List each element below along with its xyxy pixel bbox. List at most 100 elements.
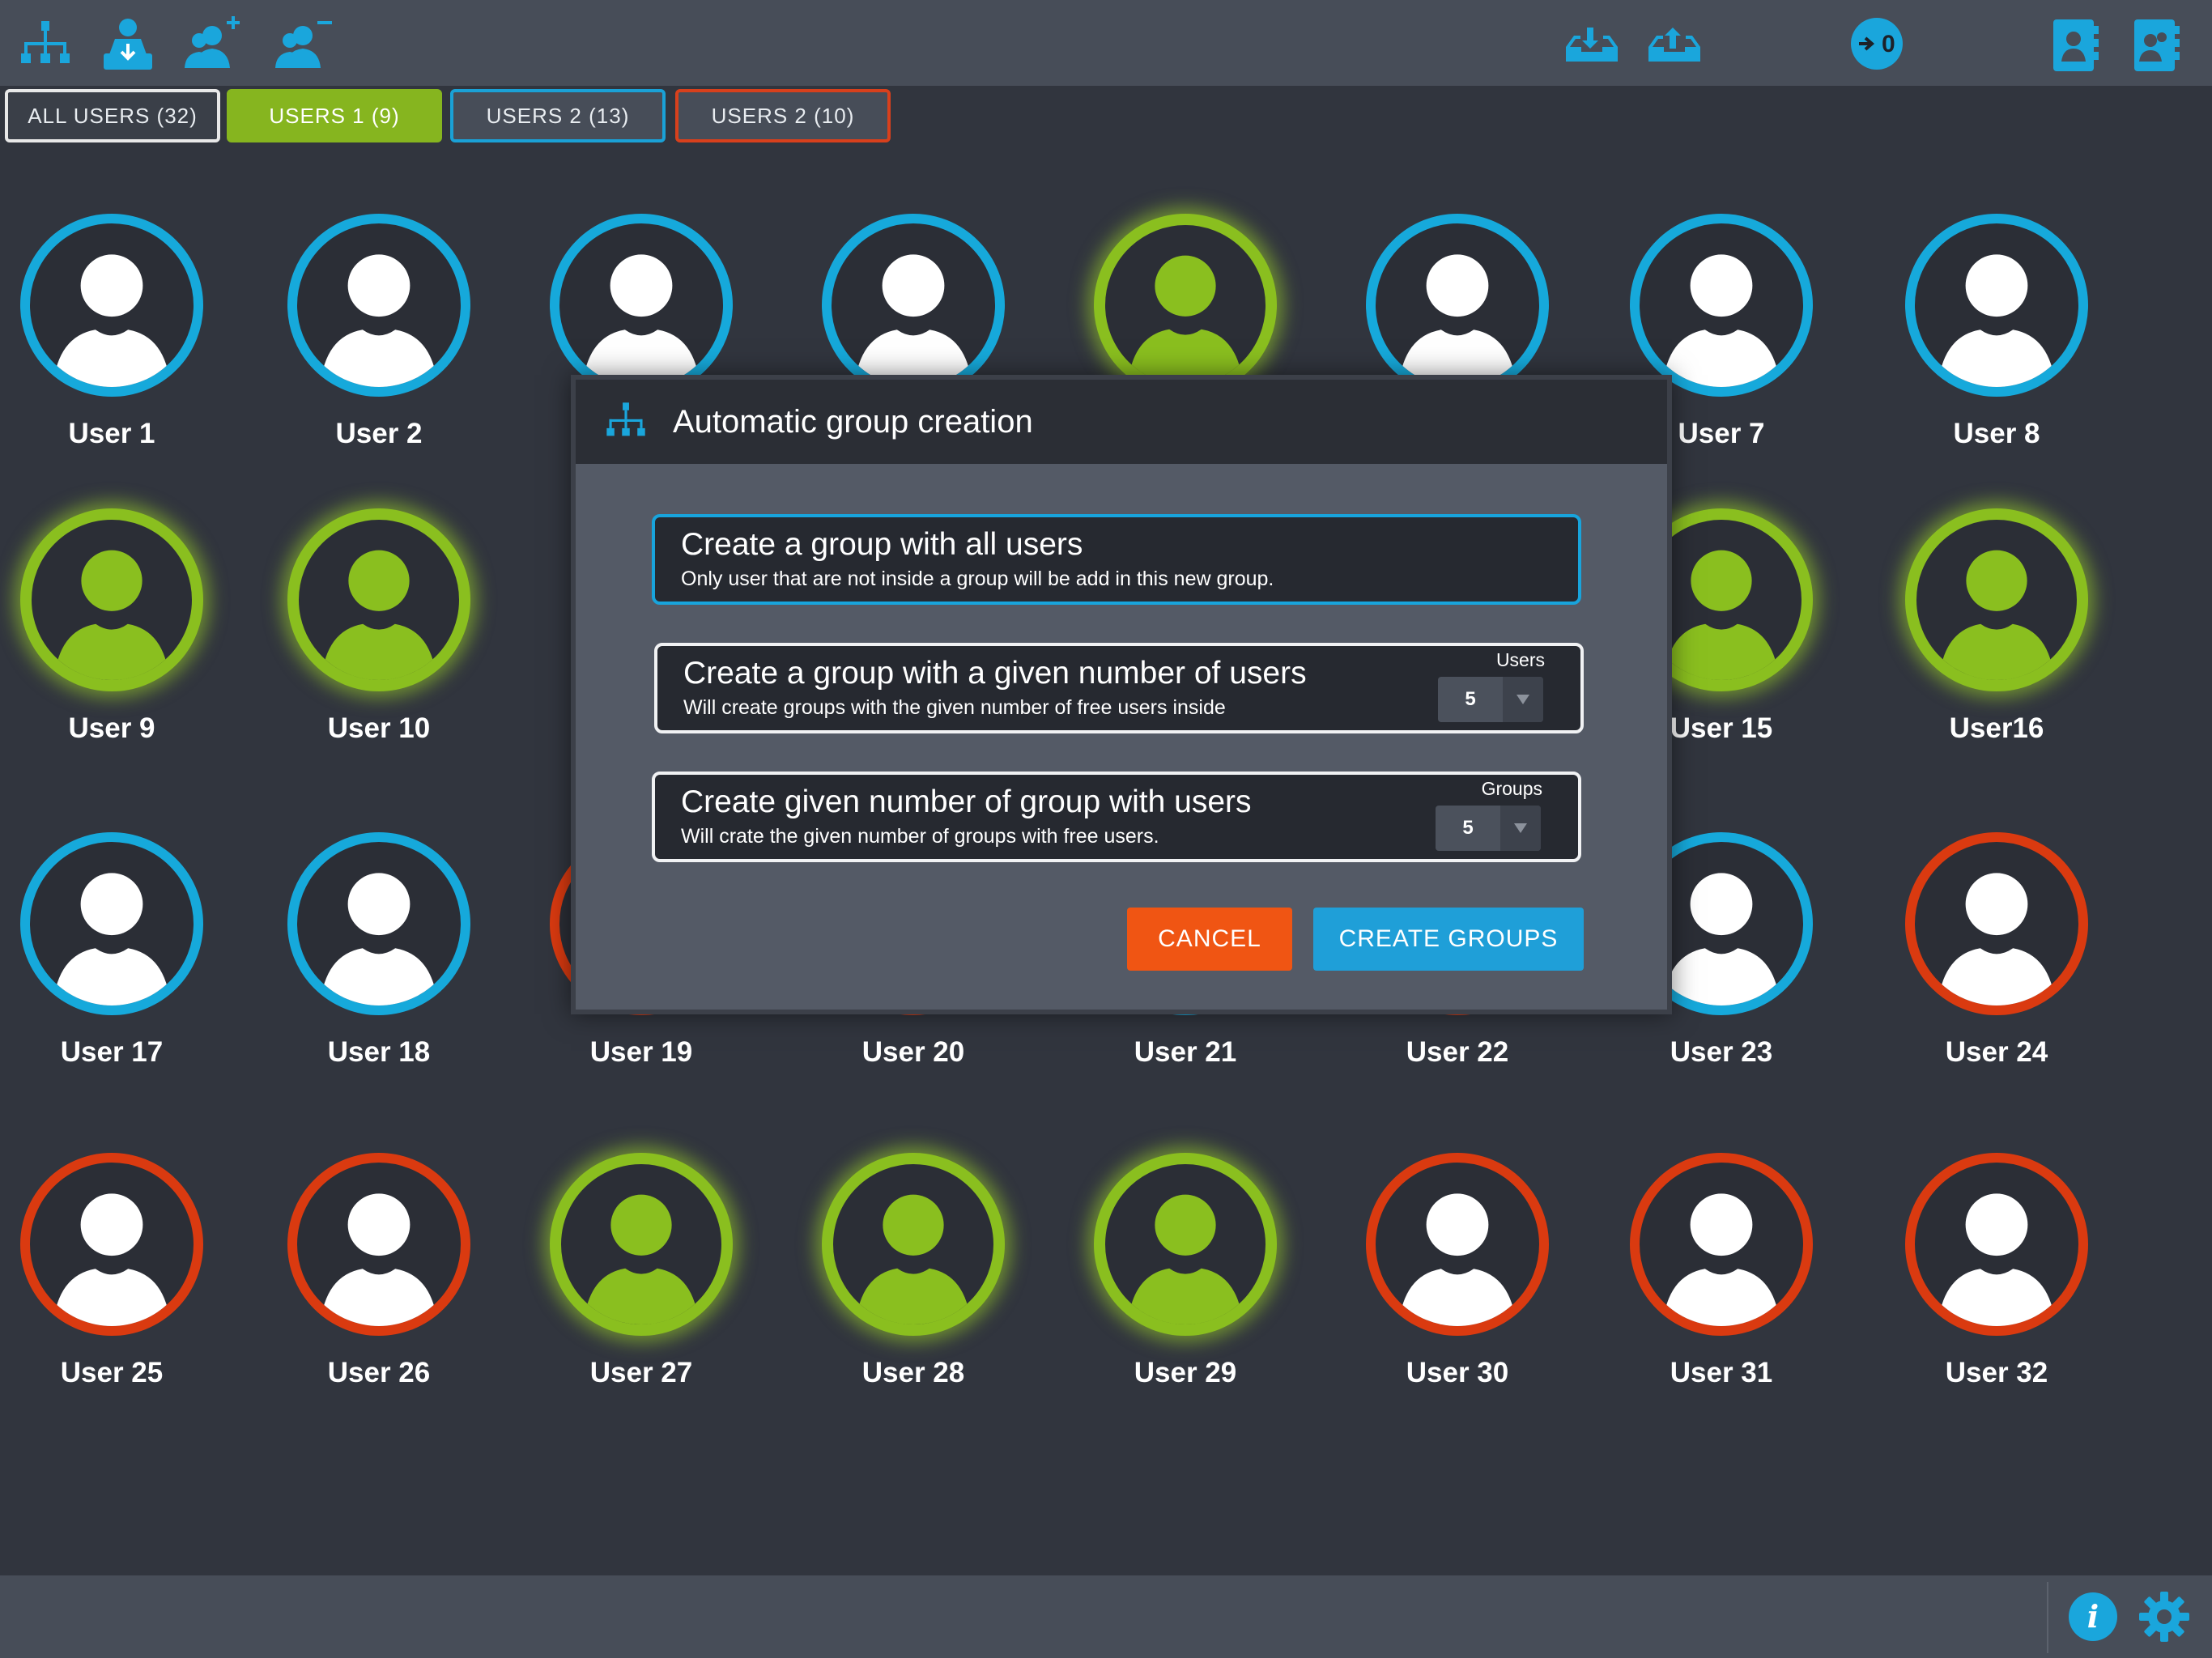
tab-users-1[interactable]: USERS 1 (9) — [227, 89, 442, 142]
user-name: User 23 — [1670, 1036, 1773, 1068]
groups-count-value: 5 — [1462, 817, 1474, 839]
hierarchy-icon[interactable] — [15, 15, 76, 76]
user-name: User 30 — [1406, 1357, 1509, 1388]
user-card[interactable]: User 31 — [1616, 1153, 1827, 1412]
chevron-down-icon[interactable] — [1500, 806, 1541, 851]
user-silhouette-icon — [1938, 1193, 2056, 1326]
option-group-count[interactable]: Create given number of group with users … — [652, 772, 1581, 862]
user-silhouette-icon — [320, 254, 438, 387]
user-name: User 20 — [861, 1036, 965, 1068]
user-silhouette-icon — [321, 550, 437, 680]
user-name: User 29 — [1134, 1357, 1237, 1388]
create-groups-button[interactable]: CREATE GROUPS — [1313, 908, 1584, 971]
user-card[interactable]: User 17 — [6, 832, 217, 1091]
tab-users-2-red[interactable]: USERS 2 (10) — [675, 89, 891, 142]
avatar — [287, 832, 470, 1015]
gear-icon[interactable] — [2138, 1590, 2191, 1643]
user-silhouette-icon — [1127, 255, 1244, 385]
tab-users-2-blue[interactable]: USERS 2 (13) — [450, 89, 666, 142]
user-silhouette-icon — [1938, 873, 2056, 1005]
user-name: User 28 — [861, 1357, 965, 1388]
user-silhouette-icon — [320, 873, 438, 1005]
user-card[interactable]: User 18 — [274, 832, 484, 1091]
user-silhouette-icon — [53, 550, 170, 680]
avatar — [1630, 214, 1813, 397]
option-description: Will crate the given number of groups wi… — [681, 825, 1159, 848]
cancel-button[interactable]: CANCEL — [1127, 908, 1292, 971]
user-silhouette-icon — [1398, 1193, 1516, 1326]
user-name: User 2 — [335, 418, 423, 449]
address-book-icon[interactable] — [2044, 15, 2105, 76]
tab-label: ALL USERS (32) — [28, 103, 198, 128]
user-silhouette-icon — [320, 1193, 438, 1326]
add-user-icon[interactable] — [183, 15, 245, 76]
login-zero-icon[interactable]: 0 — [1846, 13, 1908, 74]
info-glyph: i — [2087, 1598, 2099, 1635]
user-name: User 21 — [1134, 1036, 1237, 1068]
user-name: User 25 — [60, 1357, 164, 1388]
avatar — [20, 508, 203, 691]
user-card[interactable]: User 26 — [274, 1153, 484, 1412]
user-name: User 24 — [1945, 1036, 2048, 1068]
users-stepper-label: Users — [1495, 649, 1545, 670]
user-card[interactable]: User 8 — [1891, 214, 2102, 473]
avatar — [1094, 214, 1277, 397]
option-description: Only user that are not inside a group wi… — [681, 568, 1274, 590]
avatar — [550, 1153, 733, 1336]
avatar — [287, 508, 470, 691]
user-card[interactable]: User 32 — [1891, 1153, 2102, 1412]
users-count-select[interactable]: 5 — [1438, 677, 1543, 722]
avatar — [1905, 214, 2088, 397]
user-card[interactable]: User 10 — [274, 508, 484, 767]
user-card[interactable]: User 27 — [536, 1153, 747, 1412]
tab-label: USERS 2 (10) — [711, 103, 855, 128]
option-title: Create a group with all users — [681, 527, 1083, 562]
user-silhouette-icon — [1938, 550, 2055, 680]
user-name: User 32 — [1945, 1357, 2048, 1388]
chevron-down-icon[interactable] — [1503, 677, 1543, 722]
user-name: User 18 — [327, 1036, 431, 1068]
user-name: User 10 — [327, 712, 431, 744]
tab-all-users[interactable]: ALL USERS (32) — [5, 89, 220, 142]
user-card[interactable]: User 28 — [808, 1153, 1019, 1412]
user-silhouette-icon — [53, 873, 171, 1005]
user-card[interactable]: User 24 — [1891, 832, 2102, 1091]
remove-user-icon[interactable] — [274, 15, 335, 76]
user-name: User 27 — [589, 1357, 693, 1388]
tray-upload-icon[interactable] — [1642, 15, 1704, 76]
avatar — [822, 1153, 1005, 1336]
groups-stepper-label: Groups — [1481, 778, 1542, 799]
address-book-alt-icon[interactable] — [2125, 15, 2186, 76]
option-users-per-group[interactable]: Create a group with a given number of us… — [654, 643, 1584, 733]
user-name: User 31 — [1670, 1357, 1773, 1388]
user-card[interactable]: User16 — [1891, 508, 2102, 767]
user-card[interactable]: User 30 — [1352, 1153, 1563, 1412]
user-silhouette-icon — [855, 1194, 972, 1324]
bottom-bar: i — [0, 1575, 2212, 1658]
user-card[interactable]: User 2 — [274, 214, 484, 473]
user-silhouette-icon — [583, 1194, 700, 1324]
tab-label: USERS 1 (9) — [269, 103, 400, 128]
user-silhouette-icon — [1938, 254, 2056, 387]
avatar — [1366, 1153, 1549, 1336]
avatar — [1905, 1153, 2088, 1336]
user-silhouette-icon — [53, 1193, 171, 1326]
dialog-header: Automatic group creation — [576, 380, 1667, 464]
user-download-icon[interactable] — [97, 15, 159, 76]
divider — [2047, 1582, 2048, 1653]
user-card[interactable]: User 29 — [1080, 1153, 1291, 1412]
info-icon[interactable]: i — [2066, 1590, 2120, 1643]
avatar — [287, 1153, 470, 1336]
dialog-title: Automatic group creation — [673, 403, 1033, 440]
user-card[interactable]: User 25 — [6, 1153, 217, 1412]
user-card[interactable]: User 1 — [6, 214, 217, 473]
tray-download-icon[interactable] — [1559, 15, 1621, 76]
avatar — [1905, 832, 2088, 1015]
option-all-users[interactable]: Create a group with all users Only user … — [652, 514, 1581, 605]
user-silhouette-icon — [1662, 1193, 1780, 1326]
avatar — [20, 832, 203, 1015]
user-name: User 22 — [1406, 1036, 1509, 1068]
groups-count-select[interactable]: 5 — [1436, 806, 1541, 851]
user-card[interactable]: User 9 — [6, 508, 217, 767]
user-silhouette-icon — [1662, 254, 1780, 387]
